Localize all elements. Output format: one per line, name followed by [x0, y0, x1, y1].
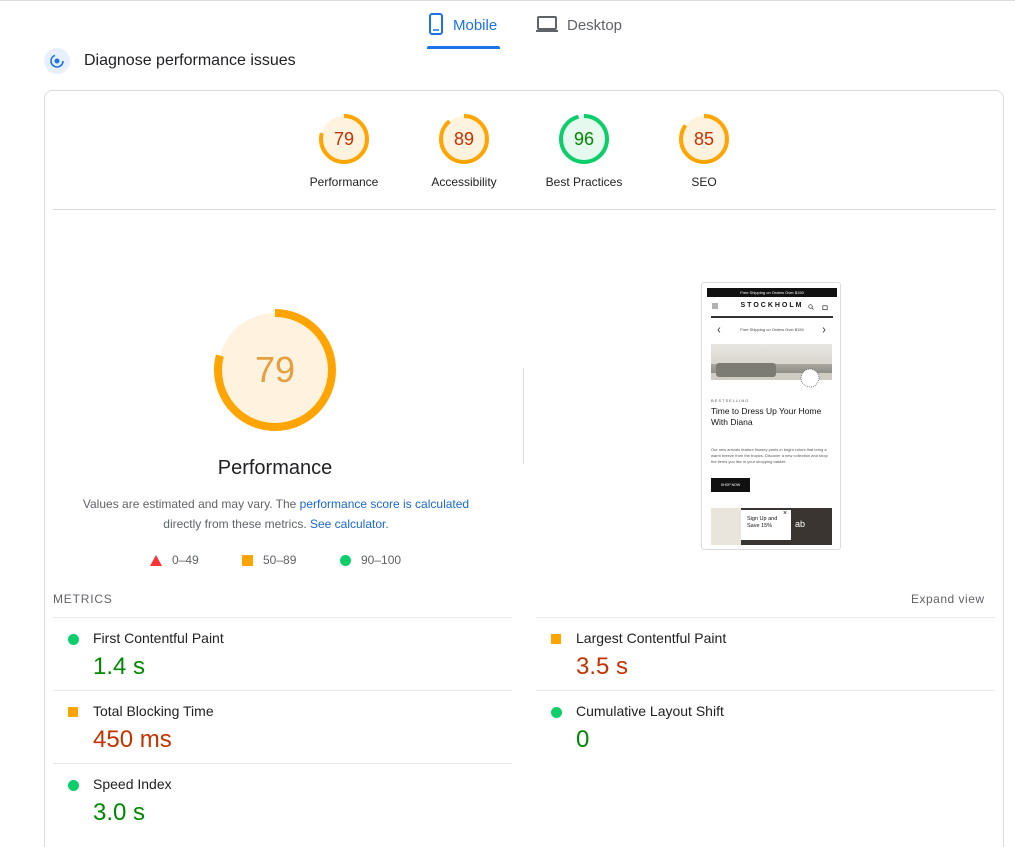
badge-icon — [800, 368, 820, 388]
desktop-icon — [536, 16, 558, 32]
note-text: Values are estimated and may vary. The — [82, 497, 300, 511]
gauge-performance[interactable]: 79 Performance — [299, 113, 389, 189]
diagnose-icon — [44, 48, 70, 74]
gauge-label: Performance — [309, 175, 379, 189]
gauge-accessibility[interactable]: 89 Accessibility — [419, 113, 509, 189]
triangle-icon — [150, 554, 162, 566]
vase-image — [711, 508, 741, 545]
legend-fail: 0–49 — [150, 553, 199, 567]
sofa-image — [716, 363, 776, 377]
metric-largest-contentful-paint: Largest Contentful Paint 3.5 s — [536, 618, 986, 690]
circle-icon — [340, 554, 351, 566]
gauge-score: 96 — [573, 129, 595, 149]
device-tabs: Mobile Desktop — [0, 0, 1015, 50]
gauge-label: Best Practices — [545, 175, 623, 189]
category-gauges: 79 Performance 89 Accessibility 96 Best … — [305, 113, 745, 193]
metric-name: First Contentful Paint — [93, 630, 224, 646]
note-text: . — [385, 517, 389, 531]
metric-value: 0 — [576, 726, 590, 753]
metric-total-blocking-time: Total Blocking Time 450 ms — [53, 691, 503, 763]
pass-circle-icon — [551, 707, 562, 718]
gauge-label: SEO — [691, 175, 717, 189]
metric-name: Largest Contentful Paint — [576, 630, 727, 646]
tab-mobile[interactable]: Mobile — [427, 12, 500, 49]
metric-name: Total Blocking Time — [93, 703, 214, 719]
square-icon — [242, 554, 253, 566]
gauge-seo[interactable]: 85 SEO — [659, 113, 749, 189]
screenshot-rule — [711, 316, 833, 318]
screenshot-shop-button: SHOP NOW — [711, 478, 750, 492]
screenshot-body: Our new arrivals feature flowery prints … — [711, 447, 828, 464]
expand-view-button[interactable]: Expand view — [911, 592, 985, 606]
bag-icon — [822, 305, 828, 310]
legend-average: 50–89 — [242, 553, 296, 567]
see-calculator-link[interactable]: See calculator — [310, 517, 385, 531]
metric-value: 1.4 s — [93, 653, 146, 680]
metric-name: Speed Index — [93, 776, 172, 792]
tab-desktop[interactable]: Desktop — [535, 12, 622, 48]
promo-text: ab — [795, 519, 806, 529]
gauge-label: Accessibility — [431, 175, 497, 189]
metric-value: 450 ms — [93, 726, 172, 753]
tab-desktop-label: Desktop — [567, 17, 623, 34]
metrics-title: METRICS — [53, 592, 113, 606]
search-icon — [808, 304, 814, 310]
section-title: Diagnose performance issues — [84, 52, 296, 69]
metric-first-contentful-paint: First Contentful Paint 1.4 s — [53, 618, 503, 690]
screenshot-headline: Time to Dress Up Your Home With Diana — [711, 406, 822, 427]
legend-pass: 90–100 — [340, 553, 401, 567]
metric-cumulative-layout-shift: Cumulative Layout Shift 0 — [536, 691, 986, 763]
metric-value: 3.0 s — [93, 799, 146, 826]
screenshot-shipping: Free Shipping on Orders Over $150 — [740, 327, 804, 332]
performance-score: 79 — [254, 349, 296, 390]
screenshot-brand: STOCKHOLM — [740, 302, 804, 309]
active-tab-indicator — [427, 46, 500, 49]
average-square-icon — [68, 707, 78, 717]
close-icon: × — [783, 510, 788, 517]
legend-range: 90–100 — [361, 553, 402, 567]
screenshot-kicker: BESTSELLING — [711, 398, 750, 403]
mobile-icon — [429, 13, 443, 35]
pass-circle-icon — [68, 780, 79, 791]
gauge-score: 79 — [333, 129, 355, 149]
gauge-best-practices[interactable]: 96 Best Practices — [539, 113, 629, 189]
average-square-icon — [551, 634, 561, 644]
screenshot-banner: Free Shipping on Orders Over $150 — [707, 288, 837, 297]
metric-value: 3.5 s — [576, 653, 629, 680]
page-screenshot[interactable]: Free Shipping on Orders Over $150 STOCKH… — [701, 282, 841, 550]
chevron-right-icon — [822, 327, 826, 333]
legend-range: 50–89 — [263, 553, 297, 567]
performance-title: Performance — [217, 457, 333, 479]
vertical-divider — [523, 368, 524, 464]
diagnose-header: Diagnose performance issues — [44, 48, 296, 74]
gauge-score: 89 — [453, 129, 475, 149]
divider — [53, 209, 996, 210]
score-note: Values are estimated and may vary. The p… — [72, 494, 480, 534]
legend-range: 0–49 — [172, 553, 199, 567]
note-text: directly from these metrics. — [163, 517, 310, 531]
gauge-score: 85 — [693, 129, 715, 149]
score-calculated-link[interactable]: performance score is calculated — [300, 497, 469, 511]
pass-circle-icon — [68, 634, 79, 645]
metric-speed-index: Speed Index 3.0 s — [53, 764, 503, 836]
tab-mobile-label: Mobile — [453, 17, 498, 34]
metric-name: Cumulative Layout Shift — [576, 703, 724, 719]
